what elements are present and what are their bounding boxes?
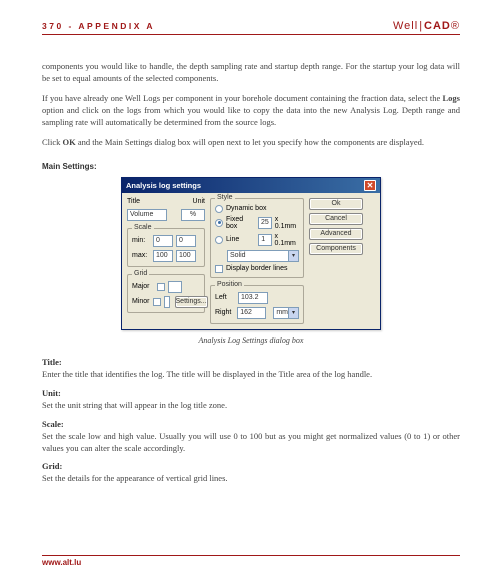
settings-button[interactable]: Settings...: [175, 296, 208, 308]
fixed-radio[interactable]: [215, 219, 223, 227]
title-input[interactable]: Volume: [127, 209, 167, 221]
analysis-log-settings-dialog: Analysis log settings ✕ Title Unit Volum…: [121, 177, 381, 330]
paragraph-3: Click OK and the Main Settings dialog bo…: [42, 136, 460, 148]
paragraph-1: components you would like to handle, the…: [42, 60, 460, 85]
close-icon[interactable]: ✕: [364, 180, 376, 191]
main-settings-label: Main Settings:: [42, 162, 460, 171]
chevron-down-icon: ▾: [288, 251, 298, 261]
title-label: Title: [127, 198, 147, 205]
grid-group: Grid Major Minor Settings...: [127, 274, 205, 313]
paragraph-2: If you have already one Well Logs per co…: [42, 92, 460, 129]
max-input-1[interactable]: 100: [153, 250, 173, 262]
components-button[interactable]: Components: [309, 243, 363, 255]
major-checkbox[interactable]: [157, 283, 165, 291]
dialog-titlebar: Analysis log settings ✕: [122, 178, 380, 193]
dialog-container: Analysis log settings ✕ Title Unit Volum…: [42, 177, 460, 330]
brand-logo: Well|CAD®: [393, 20, 460, 32]
display-border-checkbox[interactable]: [215, 265, 223, 273]
unit-input[interactable]: %: [181, 209, 205, 221]
minor-checkbox[interactable]: [153, 298, 161, 306]
def-grid-body: Set the details for the appearance of ve…: [42, 473, 460, 485]
def-grid-heading: Grid:: [42, 461, 460, 471]
line-style-dropdown[interactable]: Solid▾: [227, 250, 299, 262]
major-input[interactable]: [168, 281, 182, 293]
chevron-down-icon: ▾: [288, 308, 298, 318]
position-group: Position Left 103.2 Right 162 mm▾: [210, 285, 304, 324]
max-input-2[interactable]: 100: [176, 250, 196, 262]
unit-dropdown[interactable]: mm▾: [273, 307, 299, 319]
min-input-1[interactable]: 0: [153, 235, 173, 247]
footer-url: www.alt.lu: [42, 555, 460, 567]
line-radio[interactable]: [215, 236, 223, 244]
def-scale-body: Set the scale low and high value. Usuall…: [42, 431, 460, 455]
ok-button[interactable]: Ok: [309, 198, 363, 210]
page-number: 370 - APPENDIX A: [42, 21, 155, 31]
def-title-body: Enter the title that identifies the log.…: [42, 369, 460, 381]
def-title-heading: Title:: [42, 357, 460, 367]
unit-label: Unit: [193, 198, 205, 205]
page-header: 370 - APPENDIX A Well|CAD®: [42, 20, 460, 35]
line-input[interactable]: 1: [258, 234, 271, 246]
cancel-button[interactable]: Cancel: [309, 213, 363, 225]
def-unit-body: Set the unit string that will appear in …: [42, 400, 460, 412]
def-unit-heading: Unit:: [42, 388, 460, 398]
scale-group: Scale min: 0 0 max: 100 100: [127, 228, 205, 267]
style-group: Style Dynamic box Fixed box 25 x 0.1mm L…: [210, 198, 304, 278]
advanced-button[interactable]: Advanced: [309, 228, 363, 240]
dynamic-radio[interactable]: [215, 205, 223, 213]
def-scale-heading: Scale:: [42, 419, 460, 429]
fixed-input[interactable]: 25: [258, 217, 272, 229]
right-input[interactable]: 162: [237, 307, 266, 319]
min-input-2[interactable]: 0: [176, 235, 196, 247]
dialog-caption: Analysis Log Settings dialog box: [42, 336, 460, 345]
dialog-title: Analysis log settings: [126, 181, 201, 190]
left-input[interactable]: 103.2: [238, 292, 268, 304]
minor-input[interactable]: [164, 296, 170, 308]
